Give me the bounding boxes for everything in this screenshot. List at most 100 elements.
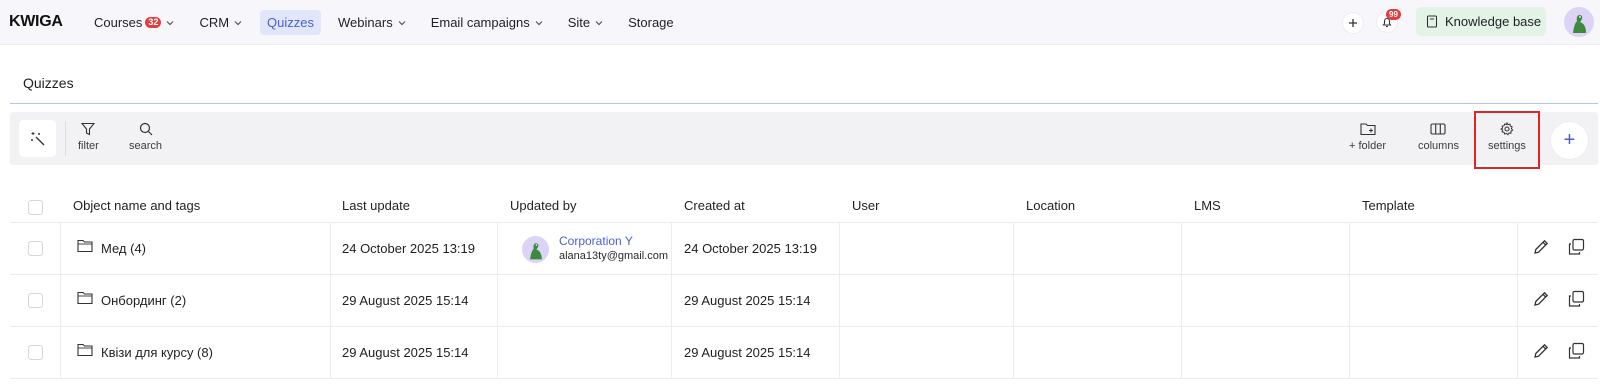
chevron-down-icon <box>595 20 603 25</box>
nav-item-storage[interactable]: Storage <box>621 10 681 35</box>
cell-divider <box>330 275 331 326</box>
cell-divider <box>671 275 672 326</box>
row-checkbox[interactable] <box>28 293 43 308</box>
column-header[interactable]: LMS <box>1194 198 1221 213</box>
copy-icon[interactable] <box>1567 290 1585 308</box>
column-header[interactable]: User <box>852 198 879 213</box>
nav-item-crm[interactable]: CRM <box>192 10 250 35</box>
cell-divider <box>1517 223 1518 274</box>
cell-divider <box>60 223 61 274</box>
settings-highlight-box <box>1474 111 1540 169</box>
nav-item-label: Webinars <box>338 15 393 30</box>
nav-item-webinars[interactable]: Webinars <box>331 10 414 35</box>
notifications-badge: 99 <box>1386 9 1401 20</box>
dinosaur-avatar-icon <box>1573 15 1586 33</box>
column-header[interactable]: Last update <box>342 198 410 213</box>
user-avatar[interactable] <box>1564 7 1594 37</box>
folder-icon <box>77 291 93 305</box>
nav-item-courses[interactable]: Courses 32 <box>87 10 182 35</box>
last-update: 24 October 2025 13:19 <box>342 241 475 256</box>
updated-by-name-link[interactable]: Corporation Y <box>559 234 668 249</box>
nav-item-label: CRM <box>199 15 230 30</box>
quizzes-table: Object name and tags Last update Updated… <box>10 186 1598 379</box>
add-folder-button[interactable]: + folder <box>1349 122 1386 152</box>
column-header[interactable]: Object name and tags <box>73 198 200 213</box>
column-header[interactable]: Template <box>1362 198 1415 213</box>
table-row[interactable]: Мед (4) 24 October 2025 13:19 Corporatio… <box>10 223 1598 275</box>
select-all-checkbox[interactable] <box>28 200 43 215</box>
column-header[interactable]: Location <box>1026 198 1075 213</box>
columns-label: columns <box>1418 140 1459 152</box>
top-navigation-bar: KWIGA Courses 32 CRM Quizzes Webinars Em… <box>0 0 1600 45</box>
nav-item-email-campaigns[interactable]: Email campaigns <box>424 10 551 35</box>
search-button[interactable]: search <box>129 122 162 152</box>
folder-icon <box>77 343 93 357</box>
object-name[interactable]: Мед (4) <box>101 241 146 256</box>
cell-divider <box>1517 327 1518 378</box>
cell-divider <box>330 223 331 274</box>
last-update: 29 August 2025 15:14 <box>342 293 469 308</box>
table-row[interactable]: Онбординг (2) 29 August 2025 15:14 29 Au… <box>10 275 1598 327</box>
chevron-down-icon <box>398 20 406 25</box>
magic-wand-button[interactable] <box>19 120 56 157</box>
column-header[interactable]: Created at <box>684 198 745 213</box>
cell-divider <box>330 327 331 378</box>
edit-icon[interactable] <box>1532 290 1550 308</box>
row-checkbox[interactable] <box>28 345 43 360</box>
created-at: 24 October 2025 13:19 <box>684 241 817 256</box>
updated-by: Corporation Y alana13ty@gmail.com <box>522 234 668 264</box>
search-icon <box>139 122 152 136</box>
courses-count-badge: 32 <box>145 17 162 28</box>
created-at: 29 August 2025 15:14 <box>684 345 811 360</box>
cell-divider <box>1181 327 1182 378</box>
chevron-down-icon <box>167 20 174 25</box>
column-header[interactable]: Updated by <box>510 198 577 213</box>
table-row[interactable]: Квізи для курсу (8) 29 August 2025 15:14… <box>10 327 1598 379</box>
cell-divider <box>497 327 498 378</box>
cell-divider <box>1181 223 1182 274</box>
cell-divider <box>497 223 498 274</box>
quizzes-toolbar: filter search + folder columns settings <box>10 112 1598 165</box>
nav-item-label: Site <box>567 15 591 30</box>
cell-divider <box>1349 275 1350 326</box>
quick-add-button[interactable] <box>1342 12 1364 34</box>
app-logo[interactable]: KWIGA <box>9 13 63 31</box>
nav-item-site[interactable]: Site <box>561 10 611 35</box>
nav-item-label: Courses <box>94 15 143 30</box>
table-header: Object name and tags Last update Updated… <box>10 186 1598 223</box>
knowledge-base-button[interactable]: Knowledge base <box>1416 7 1546 36</box>
filter-button[interactable]: filter <box>78 122 99 152</box>
plus-icon <box>1349 19 1357 27</box>
filter-icon <box>81 122 96 136</box>
copy-icon[interactable] <box>1567 342 1585 360</box>
columns-button[interactable]: columns <box>1418 122 1459 152</box>
object-name[interactable]: Онбординг (2) <box>101 293 186 308</box>
search-label: search <box>129 140 163 152</box>
cell-divider <box>1013 275 1014 326</box>
filter-label: filter <box>78 140 99 152</box>
chevron-down-icon <box>234 20 242 25</box>
cell-divider <box>1181 275 1182 326</box>
copy-icon[interactable] <box>1567 238 1585 256</box>
nav-item-quizzes[interactable]: Quizzes <box>260 10 322 35</box>
created-at: 29 August 2025 15:14 <box>684 293 811 308</box>
dinosaur-avatar-icon <box>530 242 542 259</box>
edit-icon[interactable] <box>1532 238 1550 256</box>
cell-divider <box>60 275 61 326</box>
updated-by-email: alana13ty@gmail.com <box>559 250 668 262</box>
row-checkbox[interactable] <box>28 241 43 256</box>
folder-plus-icon <box>1359 123 1376 136</box>
columns-icon <box>1430 123 1447 135</box>
cell-divider <box>1517 275 1518 326</box>
avatar <box>522 235 549 263</box>
title-divider <box>10 103 1598 104</box>
add-quiz-button[interactable]: + <box>1551 122 1588 159</box>
edit-icon[interactable] <box>1532 342 1550 360</box>
add-folder-label: + folder <box>1349 140 1386 152</box>
folder-icon <box>77 239 93 253</box>
cell-divider <box>839 327 840 378</box>
last-update: 29 August 2025 15:14 <box>342 345 469 360</box>
cell-divider <box>1013 223 1014 274</box>
page-title: Quizzes <box>23 75 74 91</box>
object-name[interactable]: Квізи для курсу (8) <box>101 345 213 360</box>
